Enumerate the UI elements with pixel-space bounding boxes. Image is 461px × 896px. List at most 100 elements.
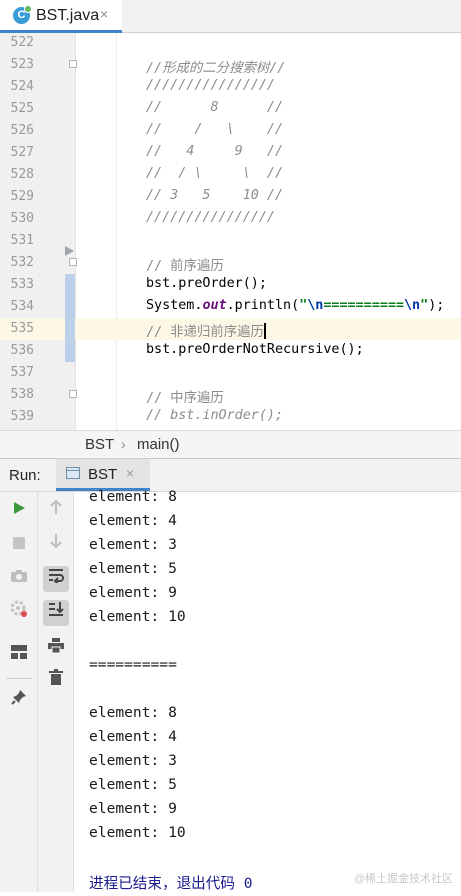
line-number: 532: [10, 255, 34, 270]
line-number: 539: [10, 409, 34, 424]
code-text: // bst.inOrder();: [146, 408, 283, 423]
line-number: 538: [10, 387, 34, 402]
pin-icon[interactable]: [6, 688, 32, 714]
console-line: element: 8: [89, 488, 177, 505]
tab-bst-java[interactable]: C BST.java ×: [0, 0, 122, 33]
stop-icon[interactable]: [6, 532, 32, 558]
code-text: // 3 5 10 //: [146, 188, 283, 203]
vcs-change-marker[interactable]: [65, 296, 75, 318]
up-arrow-icon[interactable]: [43, 498, 69, 524]
code-line[interactable]: 539 // bst.inOrder();: [0, 406, 461, 428]
line-number: 536: [10, 343, 34, 358]
code-line[interactable]: 532 // 前序遍历: [0, 246, 461, 274]
code-token: // 4 9 //: [146, 144, 284, 159]
run-label: Run:: [9, 467, 41, 484]
tab-close-icon[interactable]: ×: [100, 6, 108, 22]
breadcrumb-class[interactable]: BST: [85, 436, 114, 453]
line-number: 525: [10, 101, 34, 116]
code-line[interactable]: 535 // 非递归前序遍历: [0, 318, 461, 340]
run-panel: element: 8 element: 4 element: 3 element: 5…: [0, 488, 461, 892]
text-caret: [263, 323, 266, 339]
soft-wrap-icon[interactable]: [43, 566, 69, 592]
code-text: // / \ //: [146, 122, 283, 137]
code-line[interactable]: 526 // / \ //: [0, 120, 461, 142]
fold-marker-icon[interactable]: [69, 60, 77, 68]
vcs-change-marker[interactable]: [65, 318, 75, 340]
code-line[interactable]: 533 bst.preOrder();: [0, 274, 461, 296]
code-token: ": [420, 298, 429, 313]
code-token: );: [428, 298, 445, 313]
code-line[interactable]: 528 // / \ \ //: [0, 164, 461, 186]
code-line[interactable]: 538 // 中序遍历: [0, 384, 461, 406]
code-text: ////////////////: [146, 78, 275, 93]
code-editor[interactable]: 522 523 //形成的二分搜索树// 524 //////////////// 525…: [0, 33, 461, 430]
code-line[interactable]: 525 // 8 //: [0, 98, 461, 120]
scroll-to-end-icon[interactable]: [43, 600, 69, 626]
code-line[interactable]: 524 ////////////////: [0, 76, 461, 98]
console-line: element: 9: [89, 584, 177, 601]
settings-icon[interactable]: [6, 600, 32, 626]
console-line: element: 8: [89, 704, 177, 721]
code-text: // 4 9 //: [146, 144, 283, 159]
toolbar-divider: [6, 678, 32, 679]
breadcrumb-separator: ›: [121, 436, 126, 452]
code-line[interactable]: 522: [0, 33, 461, 54]
trash-icon[interactable]: [43, 668, 69, 694]
console-line: element: 5: [89, 776, 177, 793]
tab-label: BST.java: [36, 7, 100, 24]
code-text: bst.preOrderNotRecursive();: [146, 342, 364, 357]
code-token: // bst.inOrder();: [146, 408, 284, 423]
gutter-arrow-icon[interactable]: [65, 246, 74, 256]
code-text: // 中序遍历: [146, 386, 224, 406]
code-text: bst.preOrder();: [146, 276, 267, 291]
layout-icon[interactable]: [6, 642, 32, 668]
console-line: element: 3: [89, 536, 177, 553]
code-line[interactable]: 534 System.out.println("\n==========\n");: [0, 296, 461, 318]
code-line[interactable]: 523 //形成的二分搜索树//: [0, 54, 461, 76]
code-line[interactable]: 530 ////////////////: [0, 208, 461, 230]
line-number: 530: [10, 211, 34, 226]
code-line[interactable]: 536 bst.preOrderNotRecursive();: [0, 340, 461, 362]
console-output[interactable]: element: 8 element: 4 element: 3 element: 5…: [89, 488, 459, 892]
code-line[interactable]: 529 // 3 5 10 //: [0, 186, 461, 208]
code-token: // / \ \ //: [146, 166, 284, 181]
line-number: 529: [10, 189, 34, 204]
code-token: out: [202, 298, 227, 313]
code-text: // / \ \ //: [146, 166, 283, 181]
down-arrow-icon[interactable]: [43, 532, 69, 558]
code-token: //形成的二分搜索树//: [146, 61, 286, 76]
line-number: 535: [10, 321, 34, 336]
fold-marker-icon[interactable]: [69, 258, 77, 266]
code-token: ////////////////: [146, 78, 275, 93]
code-token: bst.preOrderNotRecursive();: [146, 342, 364, 357]
code-line[interactable]: 537: [0, 362, 461, 384]
watermark: @稀土掘金技术社区: [353, 873, 453, 885]
run-icon[interactable]: [6, 498, 32, 524]
fold-marker-icon[interactable]: [69, 390, 77, 398]
run-toolbar-right: [38, 492, 74, 892]
code-line[interactable]: 527 // 4 9 //: [0, 142, 461, 164]
console-line: element: 10: [89, 824, 186, 841]
class-status-dot-icon: [24, 5, 32, 13]
code-token: ==========: [323, 298, 404, 313]
line-number: 528: [10, 167, 34, 182]
print-icon[interactable]: [43, 636, 69, 662]
run-tab-close-icon[interactable]: ×: [126, 465, 134, 481]
code-text: ////////////////: [146, 210, 275, 225]
console-line: element: 4: [89, 512, 177, 529]
console-line: element: 10: [89, 608, 186, 625]
vcs-change-marker[interactable]: [65, 274, 75, 296]
breadcrumb-method[interactable]: main(): [137, 436, 180, 453]
camera-icon[interactable]: [6, 566, 32, 592]
line-number: 526: [10, 123, 34, 138]
line-number: 531: [10, 233, 34, 248]
code-text: // 非递归前序遍历: [146, 320, 266, 340]
console-line: element: 3: [89, 752, 177, 769]
vcs-change-marker[interactable]: [65, 340, 75, 362]
code-token: // 3 5 10 //: [146, 188, 284, 203]
console-icon: [66, 467, 80, 479]
line-number: 533: [10, 277, 34, 292]
process-exit-message: 进程已结束，退出代码 0: [89, 875, 253, 892]
code-text: System.out.println("\n==========\n");: [146, 298, 444, 313]
run-tab-bst[interactable]: BST ×: [56, 459, 150, 491]
